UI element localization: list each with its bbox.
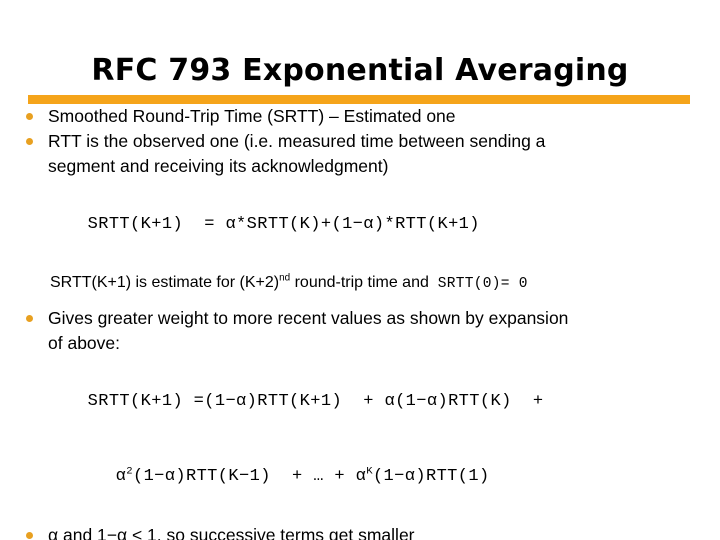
note-text-pre: SRTT(K+1) is estimate for (K+2)	[50, 274, 280, 291]
bullet-icon	[26, 138, 33, 145]
list-item-continuation: of above:	[0, 331, 720, 356]
alpha-exponent-k: K	[366, 465, 373, 478]
formula-text-mid: (1−α)RTT(K−1) + … + α	[132, 467, 367, 486]
bullet-icon	[26, 113, 33, 120]
list-item: Gives greater weight to more recent valu…	[0, 306, 720, 331]
list-item-label: segment and receiving its acknowledgment…	[48, 156, 389, 176]
note-text-post: round-trip time and	[290, 274, 429, 291]
alpha-exponent-2: 2	[126, 465, 133, 478]
ordinal-superscript: nd	[279, 272, 291, 284]
formula-expansion-line-2: α2(1−α)RTT(K−1) + … + αK(1−α)RTT(1)	[0, 439, 720, 514]
list-item-label: Gives greater weight to more recent valu…	[48, 308, 569, 328]
formula-expansion-line-1: SRTT(K+1) =(1−α)RTT(K+1) + α(1−α)RTT(K) …	[0, 364, 720, 439]
formula-text-end: (1−α)RTT(1)	[372, 467, 490, 486]
formula-text: SRTT(K+1) =(1−α)RTT(K+1) + α(1−α)RTT(K) …	[87, 392, 544, 411]
list-item-label: of above:	[48, 333, 120, 353]
list-item-continuation: segment and receiving its acknowledgment…	[0, 154, 720, 179]
list-item-label: α and 1−α < 1, so successive terms get s…	[48, 525, 415, 540]
bullet-icon	[26, 532, 33, 539]
slide: RFC 793 Exponential Averaging Smoothed R…	[0, 0, 720, 540]
page-title: RFC 793 Exponential Averaging	[91, 53, 629, 88]
list-item-label: Smoothed Round-Trip Time (SRTT) – Estima…	[48, 106, 456, 126]
formula-srtt-recursive: SRTT(K+1) = α*SRTT(K)+(1−α)*RTT(K+1)	[0, 187, 720, 262]
note-initial-condition: SRTT(0)= 0	[437, 276, 528, 292]
title-underline-rule	[28, 95, 690, 104]
formula-alpha: α	[115, 467, 127, 486]
formula-note: SRTT(K+1) is estimate for (K+2)nd round-…	[0, 271, 720, 296]
list-item: RTT is the observed one (i.e. measured t…	[0, 129, 720, 154]
slide-body: Smoothed Round-Trip Time (SRTT) – Estima…	[0, 104, 720, 540]
list-item: α and 1−α < 1, so successive terms get s…	[0, 523, 720, 540]
list-item: Smoothed Round-Trip Time (SRTT) – Estima…	[0, 104, 720, 129]
bullet-icon	[26, 315, 33, 322]
list-item-label: RTT is the observed one (i.e. measured t…	[48, 131, 546, 151]
formula-text: SRTT(K+1) = α*SRTT(K)+(1−α)*RTT(K+1)	[87, 215, 480, 234]
